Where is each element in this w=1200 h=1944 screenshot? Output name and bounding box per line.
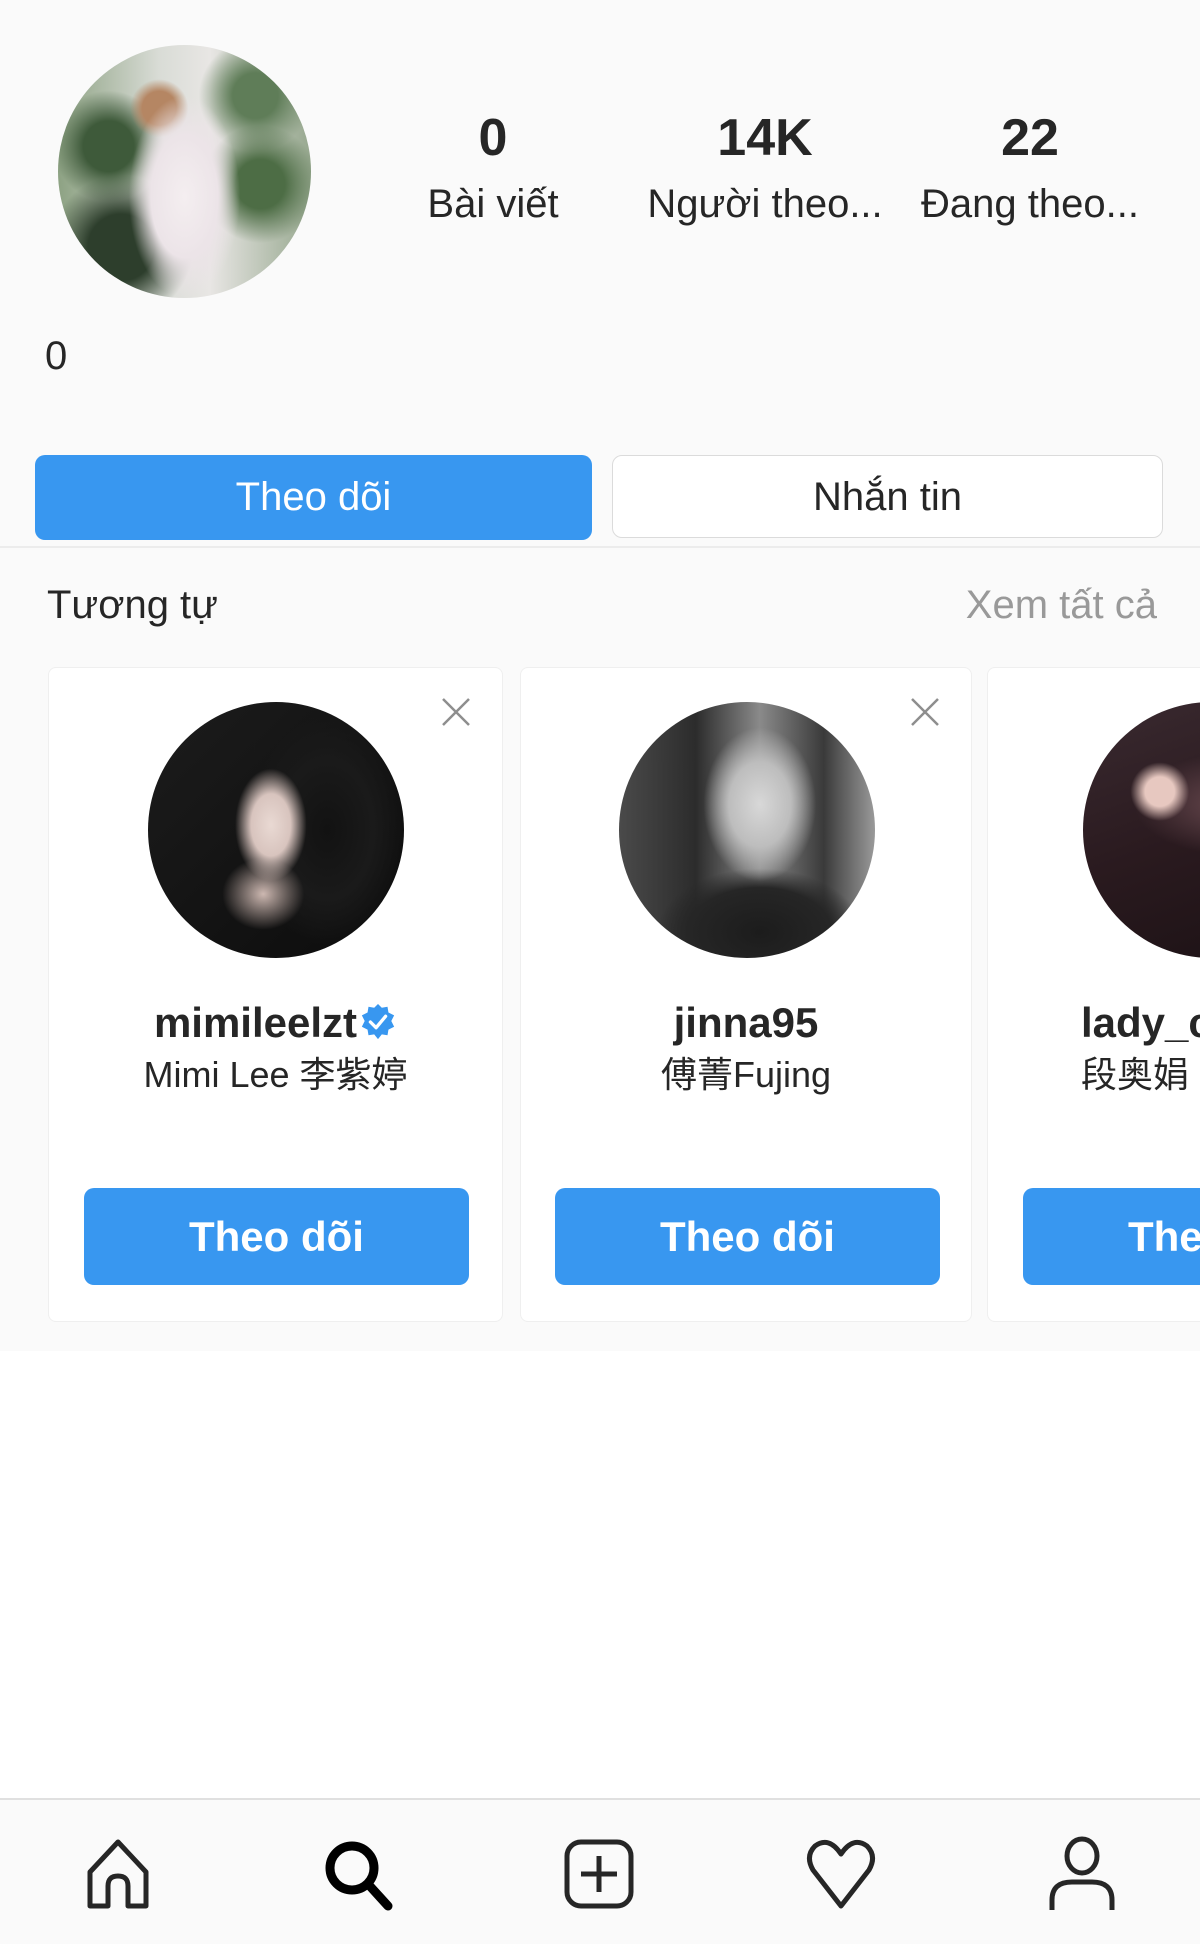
suggestion-follow-button[interactable]: Theo dõi	[555, 1188, 940, 1285]
suggestion-username-text: mimileelzt	[153, 999, 358, 1046]
suggestion-follow-button[interactable]: Theo dõi	[1023, 1188, 1200, 1285]
stat-followers[interactable]: 14K Người theo...	[645, 108, 885, 228]
heart-icon	[807, 1839, 875, 1909]
stat-followers-label: Người theo...	[647, 182, 883, 226]
suggestion-follow-button[interactable]: Theo dõi	[84, 1188, 469, 1285]
suggestion-full-name: 段奥娟	[1081, 1054, 1190, 1095]
suggested-title: Tương tự	[47, 583, 218, 627]
nav-activity[interactable]	[801, 1834, 881, 1914]
nav-search[interactable]	[318, 1834, 398, 1914]
suggested-accounts-section: Tương tự Xem tất cả mimileelzt Mimi Lee …	[0, 548, 1200, 1351]
suggestion-username[interactable]: jinna95	[521, 998, 971, 1048]
add-post-icon	[564, 1839, 634, 1909]
search-icon	[325, 1841, 393, 1911]
follow-button[interactable]: Theo dõi	[35, 455, 592, 540]
suggestion-card: lady_c 段奥娟 Theo dõi	[987, 667, 1200, 1322]
stat-posts-value: 0	[478, 109, 508, 167]
verified-badge-icon	[359, 1002, 397, 1040]
nav-profile[interactable]	[1042, 1834, 1122, 1914]
dismiss-suggestion-icon[interactable]	[440, 696, 472, 728]
stat-following[interactable]: 22 Đang theo...	[910, 108, 1150, 228]
suggestion-card: mimileelzt Mimi Lee 李紫婷 Theo dõi	[48, 667, 503, 1322]
profile-header: 0 Bài viết 14K Người theo... 22 Đang the…	[0, 0, 1200, 546]
stat-posts-label: Bài viết	[427, 182, 559, 226]
nav-home[interactable]	[78, 1834, 158, 1914]
stat-following-label: Đang theo...	[921, 182, 1139, 226]
stat-followers-value: 14K	[717, 109, 813, 167]
suggestion-avatar[interactable]	[619, 702, 875, 958]
suggestion-full-name: Mimi Lee 李紫婷	[143, 1054, 408, 1095]
profile-avatar[interactable]	[58, 45, 311, 298]
suggestion-username[interactable]: mimileelzt	[49, 998, 502, 1048]
home-icon	[87, 1839, 149, 1909]
suggestion-full-name: 傅菁Fujing	[660, 1054, 832, 1095]
profile-bio: 0	[45, 334, 68, 378]
bottom-navigation	[0, 1798, 1200, 1944]
suggestion-username[interactable]: lady_c	[1081, 998, 1200, 1048]
message-button[interactable]: Nhắn tin	[612, 455, 1163, 538]
dismiss-suggestion-icon[interactable]	[909, 696, 941, 728]
see-all-link[interactable]: Xem tất cả	[966, 580, 1157, 630]
stat-following-value: 22	[1001, 109, 1059, 167]
profile-icon	[1049, 1836, 1115, 1910]
stat-posts[interactable]: 0 Bài viết	[373, 108, 613, 228]
suggestion-avatar[interactable]	[148, 702, 404, 958]
suggestion-card: jinna95 傅菁Fujing Theo dõi	[520, 667, 972, 1322]
nav-add-post[interactable]	[559, 1834, 639, 1914]
suggestion-avatar[interactable]	[1083, 702, 1200, 958]
